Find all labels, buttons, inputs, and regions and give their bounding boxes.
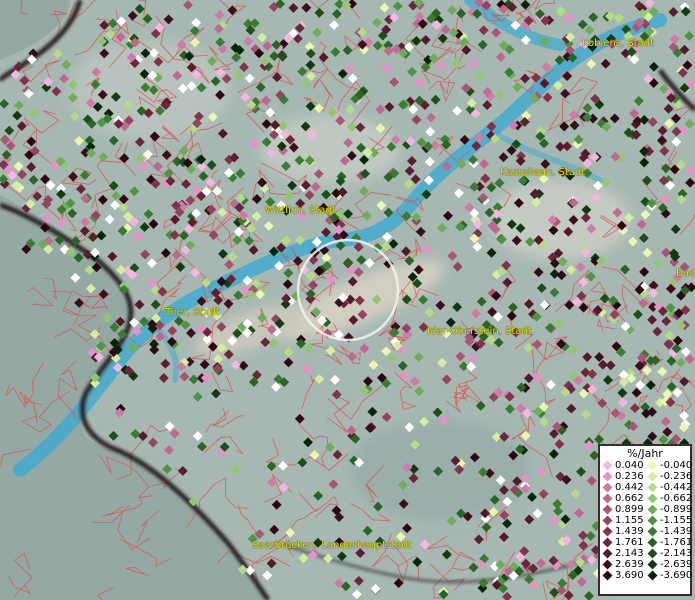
legend-entry-positive: 1.439 (600, 526, 645, 537)
legend-label: 0.442 (615, 482, 644, 493)
legend-swatch (602, 504, 613, 515)
place-label-wittlich: Wittlich, Stadt (265, 205, 336, 216)
legend-label: 1.155 (615, 515, 644, 526)
legend-row: 2.639 -2.639 (600, 559, 693, 570)
place-label-bad: Bad (676, 268, 695, 279)
place-label-saarbruecken: Saarbrücken, Landeshauptstadt (252, 540, 412, 551)
legend-swatch (647, 460, 658, 471)
legend-swatch (647, 570, 658, 581)
legend-row: 2.143 -2.143 (600, 548, 693, 559)
legend-swatch (647, 559, 658, 570)
legend-entry-negative: -3.690 (645, 570, 693, 581)
legend-label: 1.761 (615, 537, 644, 548)
legend-row: 0.899 -0.899 (600, 504, 693, 515)
legend-entry-positive: 0.040 (600, 460, 645, 471)
place-label-koblenz: Koblenz, Stadt (582, 38, 655, 49)
map-view[interactable]: Koblenz, Stadt Kastellaun, Stadt Wittlic… (0, 0, 695, 600)
legend-entry-positive: 0.442 (600, 482, 645, 493)
legend-label: -0.899 (660, 504, 693, 515)
legend-entry-negative: -0.040 (645, 460, 693, 471)
legend-swatch (647, 471, 658, 482)
legend-label: 1.439 (615, 526, 644, 537)
legend-label: -0.442 (660, 482, 693, 493)
legend-swatch (647, 526, 658, 537)
legend-swatch (602, 548, 613, 559)
place-label-idar-oberstein: Idar-Oberstein, Stadt (427, 326, 532, 337)
legend-label: -2.143 (660, 548, 693, 559)
legend-entry-negative: -1.155 (645, 515, 693, 526)
legend-row: 0.040 -0.040 (600, 460, 693, 471)
legend-swatch (602, 460, 613, 471)
legend-row: 0.442 -0.442 (600, 482, 693, 493)
legend-entry-negative: -0.236 (645, 471, 693, 482)
legend-row: 1.155 -1.155 (600, 515, 693, 526)
legend-swatch (602, 493, 613, 504)
legend-label: -1.155 (660, 515, 693, 526)
legend-row: 0.662 -0.662 (600, 493, 693, 504)
legend-swatch (647, 537, 658, 548)
legend-swatch (602, 471, 613, 482)
legend-swatch (647, 493, 658, 504)
legend-row: 3.690 -3.690 (600, 570, 693, 581)
legend-label: 0.040 (615, 460, 644, 471)
place-label-trier: Trier, Stadt (165, 307, 220, 318)
legend-entry-negative: -2.143 (645, 548, 693, 559)
legend-entry-positive: 1.761 (600, 537, 645, 548)
legend-row: 0.236 -0.236 (600, 471, 693, 482)
legend-entry-negative: -0.662 (645, 493, 693, 504)
legend-swatch (602, 559, 613, 570)
legend-label: 2.143 (615, 548, 644, 559)
legend-entry-negative: -1.439 (645, 526, 693, 537)
legend-entry-positive: 0.899 (600, 504, 645, 515)
legend-entry-positive: 1.155 (600, 515, 645, 526)
legend-label: -3.690 (660, 570, 693, 581)
legend-label: 3.690 (615, 570, 644, 581)
legend-swatch (647, 482, 658, 493)
legend-label: -1.761 (660, 537, 693, 548)
legend-entry-positive: 0.236 (600, 471, 645, 482)
legend-entry-positive: 2.639 (600, 559, 645, 570)
legend-swatch (602, 482, 613, 493)
legend-label: 2.639 (615, 559, 644, 570)
legend-entry-negative: -0.442 (645, 482, 693, 493)
legend-swatch (602, 515, 613, 526)
legend-label: -2.639 (660, 559, 693, 570)
legend-label: -0.236 (660, 471, 693, 482)
place-label-kastellaun: Kastellaun, Stadt (500, 167, 586, 178)
legend-entry-positive: 0.662 (600, 493, 645, 504)
legend-rows: 0.040 -0.040 0.236 -0.236 0.442 -0.442 0.662 -0… (600, 460, 693, 581)
legend-entry-negative: -2.639 (645, 559, 693, 570)
legend: %/Jahr 0.040 -0.040 0.236 -0.236 0.442 -0.442… (598, 444, 692, 596)
legend-swatch (647, 515, 658, 526)
legend-entry-positive: 3.690 (600, 570, 645, 581)
legend-row: 1.761 -1.761 (600, 537, 693, 548)
legend-label: 0.236 (615, 471, 644, 482)
legend-row: 1.439 -1.439 (600, 526, 693, 537)
legend-label: 0.662 (615, 493, 644, 504)
map-canvas[interactable] (0, 0, 695, 600)
legend-entry-positive: 2.143 (600, 548, 645, 559)
legend-label: -0.040 (660, 460, 693, 471)
legend-title: %/Jahr (627, 447, 663, 460)
legend-entry-negative: -1.761 (645, 537, 693, 548)
legend-label: 0.899 (615, 504, 644, 515)
legend-label: -0.662 (660, 493, 693, 504)
legend-swatch (602, 570, 613, 581)
legend-entry-negative: -0.899 (645, 504, 693, 515)
legend-swatch (602, 526, 613, 537)
legend-swatch (602, 537, 613, 548)
legend-swatch (647, 548, 658, 559)
legend-swatch (647, 504, 658, 515)
legend-label: -1.439 (660, 526, 693, 537)
